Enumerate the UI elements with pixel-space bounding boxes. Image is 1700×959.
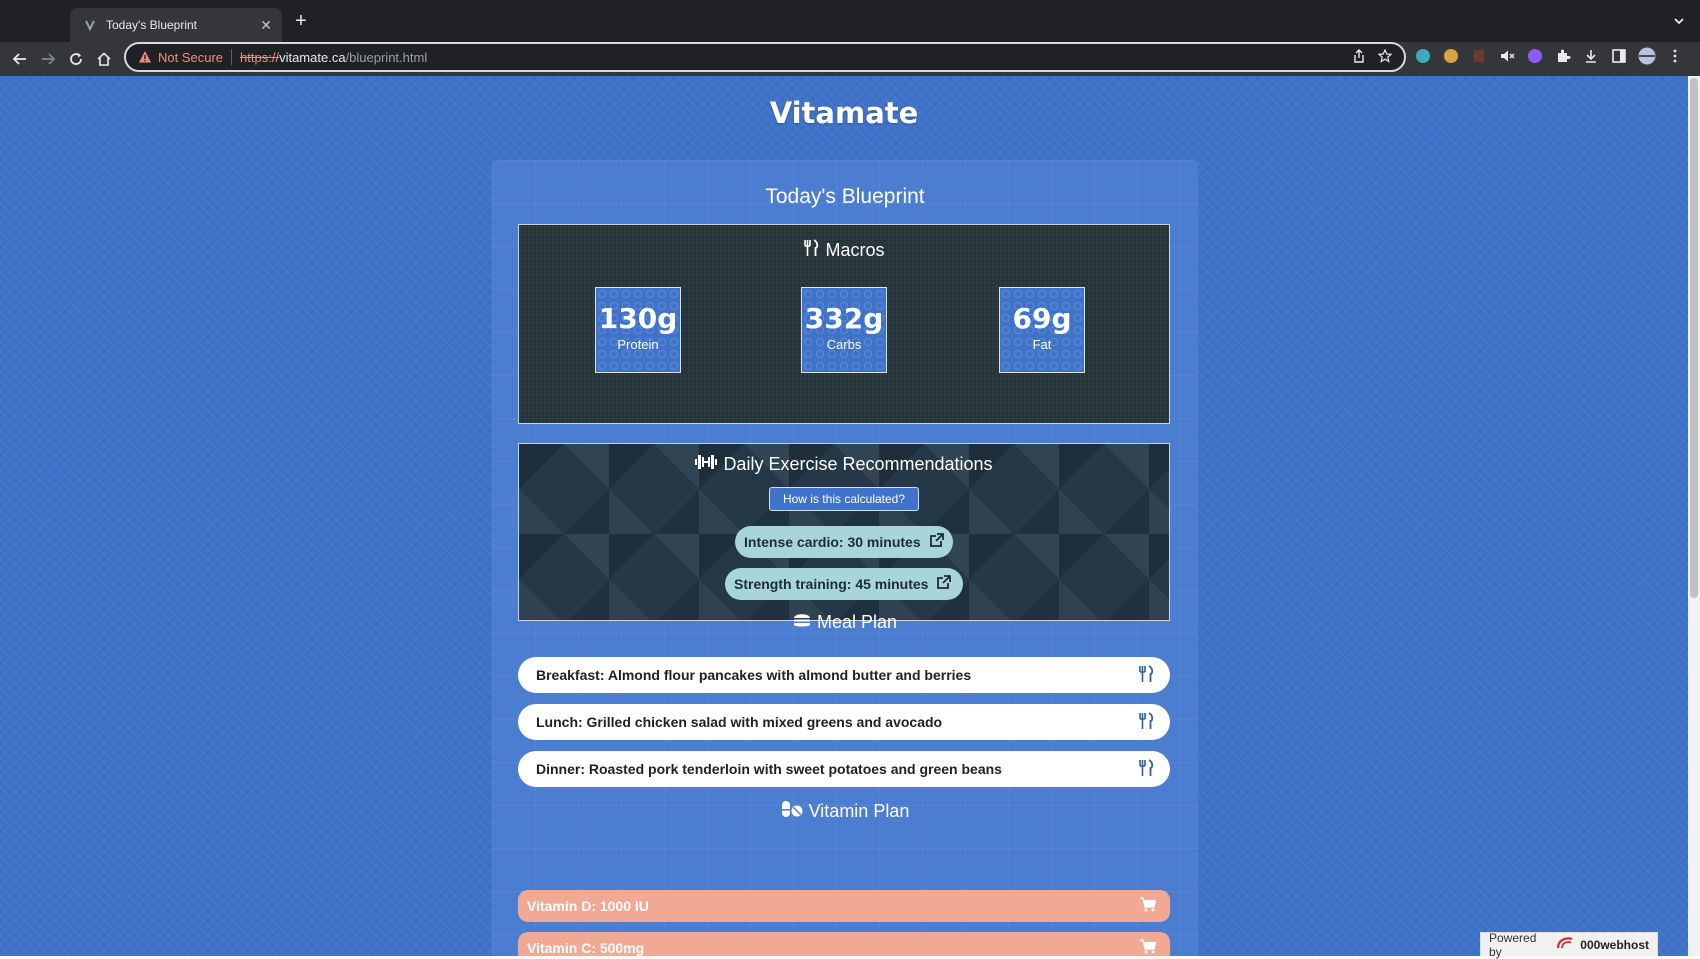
page-title: Today's Blueprint [765, 185, 925, 208]
tab-title: Today's Blueprint [106, 18, 198, 32]
vitamin-item-c[interactable]: Vitamin C: 500mg [518, 932, 1170, 956]
utensils-icon[interactable] [1138, 711, 1154, 733]
vitamin-plan-header: Vitamin Plan [492, 800, 1198, 823]
page-scrollbar[interactable] [1688, 76, 1700, 956]
macro-value: 69g [1012, 302, 1072, 335]
external-link-icon [929, 533, 944, 551]
powered-by-badge[interactable]: Powered by 000webhost [1480, 930, 1658, 959]
meal-item-lunch[interactable]: Lunch: Grilled chicken salad with mixed … [518, 704, 1170, 740]
favicon-icon [82, 17, 98, 33]
extension-area [1414, 47, 1684, 65]
site-title: Vitamate [769, 96, 919, 130]
url-path: /blueprint.html [345, 49, 428, 65]
macros-header: Macros [519, 239, 1169, 262]
macro-label: Protein [617, 337, 659, 352]
vitamin-label: Vitamin D: 1000 IU [527, 898, 649, 914]
macro-label: Fat [1032, 337, 1052, 352]
extension-purple-icon[interactable] [1526, 47, 1544, 65]
page-viewport: Vitamate Today's Blueprint Macros 130g P… [0, 76, 1688, 956]
meal-item-breakfast[interactable]: Breakfast: Almond flour pancakes with al… [518, 657, 1170, 693]
menu-kebab-icon[interactable] [1666, 47, 1684, 65]
utensils-icon[interactable] [1138, 758, 1154, 780]
puzzle-icon[interactable] [1554, 47, 1572, 65]
dumbbell-icon [695, 454, 718, 475]
meal-label: Dinner: Roasted pork tenderloin with swe… [536, 761, 1002, 777]
exercise-label: Intense cardio: 30 minutes [744, 534, 921, 550]
pills-icon [781, 800, 803, 823]
cart-icon[interactable] [1140, 897, 1157, 915]
utensils-icon [803, 239, 819, 262]
exercise-link-cardio[interactable]: Intense cardio: 30 minutes [735, 526, 953, 558]
exercise-heading: Daily Exercise Recommendations [723, 454, 993, 474]
meal-label: Breakfast: Almond flour pancakes with al… [536, 667, 972, 683]
url-scheme: https:// [240, 49, 280, 65]
share-icon[interactable] [1352, 48, 1366, 66]
download-icon[interactable] [1582, 47, 1600, 65]
browser-tab-bar: Today's Blueprint ✕ + [0, 0, 1700, 42]
forward-icon[interactable] [38, 49, 58, 69]
extension-dark-icon[interactable] [1470, 47, 1488, 65]
webhost-brand: 000webhost [1580, 937, 1649, 952]
macro-value: 130g [598, 302, 678, 335]
webhost-logo-icon [1556, 936, 1574, 953]
macro-fat: 69g Fat [999, 287, 1085, 373]
utensils-icon[interactable] [1138, 664, 1154, 686]
not-secure-label[interactable]: Not Secure [158, 50, 223, 65]
address-bar[interactable]: Not Secure https:// vitamate.ca /bluepri… [124, 42, 1406, 72]
extension-m-icon[interactable] [1414, 47, 1432, 65]
macro-protein: 130g Protein [595, 287, 681, 373]
cart-icon[interactable] [1140, 939, 1157, 956]
chevron-down-icon[interactable] [1670, 12, 1688, 30]
meal-plan-heading: Meal Plan [816, 612, 898, 632]
close-tab-icon[interactable]: ✕ [260, 17, 272, 34]
new-tab-button[interactable]: + [290, 10, 312, 32]
exercise-header: Daily Exercise Recommendations [519, 454, 1169, 475]
macro-value: 332g [804, 302, 884, 335]
home-icon[interactable] [94, 49, 114, 69]
url-host: vitamate.ca [279, 49, 346, 65]
macros-heading: Macros [825, 240, 885, 260]
divider [231, 49, 233, 65]
vitamin-label: Vitamin C: 500mg [527, 940, 645, 956]
meal-label: Lunch: Grilled chicken salad with mixed … [536, 714, 943, 730]
blueprint-card: Today's Blueprint Macros 130g Protein 33… [492, 160, 1198, 956]
macro-carbs: 332g Carbs [801, 287, 887, 373]
reload-icon[interactable] [66, 49, 86, 69]
mute-icon[interactable] [1498, 47, 1516, 65]
scrollbar-thumb[interactable] [1690, 78, 1698, 598]
meal-plan-header: Meal Plan [492, 612, 1198, 633]
exercise-label: Strength training: 45 minutes [734, 576, 929, 592]
browser-tab[interactable]: Today's Blueprint ✕ [70, 8, 282, 42]
avatar[interactable] [1638, 47, 1656, 65]
extension-cookie-icon[interactable] [1442, 47, 1460, 65]
vitamin-item-d[interactable]: Vitamin D: 1000 IU [518, 890, 1170, 922]
how-calculated-button[interactable]: How is this calculated? [769, 487, 919, 511]
macros-section: Macros 130g Protein 332g Carbs 69g Fat [518, 224, 1170, 424]
vitamin-plan-heading: Vitamin Plan [808, 801, 910, 821]
meal-item-dinner[interactable]: Dinner: Roasted pork tenderloin with swe… [518, 751, 1170, 787]
back-icon[interactable] [10, 49, 30, 69]
warning-icon [138, 50, 152, 64]
bookmark-star-icon[interactable] [1377, 48, 1393, 66]
macro-label: Carbs [826, 337, 862, 352]
side-panel-icon[interactable] [1610, 47, 1628, 65]
external-link-icon [936, 575, 952, 593]
powered-by-label: Powered by [1489, 930, 1537, 959]
exercise-link-strength[interactable]: Strength training: 45 minutes [725, 568, 963, 600]
browser-toolbar: Not Secure https:// vitamate.ca /bluepri… [0, 42, 1700, 76]
exercise-section: Daily Exercise Recommendations How is th… [518, 443, 1170, 621]
hamburger-icon [793, 612, 811, 633]
